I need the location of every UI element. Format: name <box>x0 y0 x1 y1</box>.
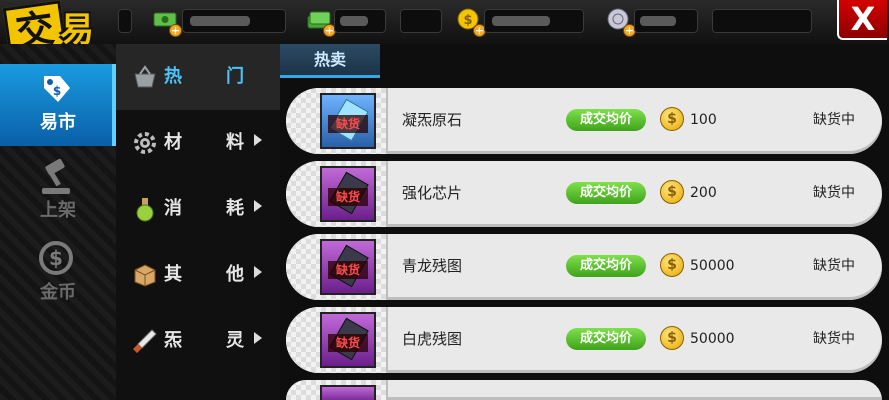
gear-icon <box>132 130 158 156</box>
currency-slot-6 <box>712 9 812 33</box>
category-hot[interactable]: 热 门 <box>116 44 280 110</box>
basket-icon <box>132 64 158 90</box>
price-tag-icon: $ <box>38 70 74 108</box>
currency-slot-edge <box>118 9 132 33</box>
nav-label: 上架 <box>40 200 76 221</box>
nav-listing[interactable]: 上架 <box>0 152 116 234</box>
category-char-1: 炁 <box>164 330 182 351</box>
category-char-1: 其 <box>164 264 182 285</box>
chevron-right-icon <box>254 134 262 146</box>
close-icon: X <box>850 0 876 38</box>
gold-coin-icon: $ <box>660 180 684 204</box>
gavel-icon <box>38 158 74 196</box>
stock-status: 缺货中 <box>813 258 855 274</box>
stock-status: 缺货中 <box>813 112 855 128</box>
category-consumables[interactable]: 消 耗 <box>116 176 280 242</box>
item-price: 100 <box>690 112 717 128</box>
item-thumbnail <box>320 385 376 400</box>
chevron-right-icon <box>254 332 262 344</box>
list-item[interactable]: 缺货 青龙残图 成交均价 $ 50000 缺货中 <box>286 234 882 300</box>
currency-slot-2 <box>334 9 386 33</box>
svg-text:$: $ <box>53 84 61 98</box>
dollar-coin-icon: $ <box>38 240 74 278</box>
item-price: 200 <box>690 185 717 201</box>
category-nav: 热 门 材 料 消 耗 其 他 炁 灵 <box>116 44 280 400</box>
list-item[interactable]: 缺货 强化芯片 成交均价 $ 200 缺货中 <box>286 161 882 227</box>
list-item[interactable]: 缺货 凝炁原石 成交均价 $ 100 缺货中 <box>286 88 882 154</box>
category-char-2: 耗 <box>226 198 244 219</box>
avg-price-label: 成交均价 <box>566 109 646 131</box>
category-char-1: 材 <box>164 132 182 153</box>
box-icon <box>132 262 158 288</box>
stock-status: 缺货中 <box>813 331 855 347</box>
category-spirit[interactable]: 炁 灵 <box>116 308 280 374</box>
category-other[interactable]: 其 他 <box>116 242 280 308</box>
category-char-2: 他 <box>226 264 244 285</box>
item-name: 凝炁原石 <box>402 111 463 129</box>
cash-icon[interactable]: + <box>152 7 182 37</box>
list-item[interactable] <box>286 380 882 400</box>
svg-text:$: $ <box>463 13 472 28</box>
category-char-2: 门 <box>226 66 244 87</box>
currency-bar: + + $ + + <box>0 0 889 44</box>
item-thumbnail: 缺货 <box>320 93 376 149</box>
divider <box>386 88 388 154</box>
nav-label: 金币 <box>40 282 76 303</box>
item-price: 50000 <box>690 258 735 274</box>
silver-coin-icon[interactable]: + <box>606 7 636 37</box>
item-thumbnail: 缺货 <box>320 166 376 222</box>
category-char-1: 消 <box>164 198 182 219</box>
item-thumbnail: 缺货 <box>320 312 376 368</box>
nav-market[interactable]: $ 易市 <box>0 64 116 146</box>
dagger-icon <box>132 328 158 354</box>
gold-coin-icon: $ <box>660 326 684 350</box>
divider <box>386 161 388 227</box>
category-char-2: 料 <box>226 132 244 153</box>
gold-coin-icon: $ <box>660 107 684 131</box>
item-thumbnail: 缺货 <box>320 239 376 295</box>
divider <box>386 234 388 300</box>
tab-hot-sale[interactable]: 热卖 <box>280 44 380 78</box>
gold-coin-icon: $ <box>660 253 684 277</box>
stock-status: 缺货中 <box>813 185 855 201</box>
close-button[interactable]: X <box>837 0 887 40</box>
currency-slot-4 <box>484 9 584 33</box>
item-name: 白虎残图 <box>402 330 463 348</box>
divider <box>386 380 388 400</box>
out-of-stock-badge: 缺货 <box>328 115 368 133</box>
potion-icon <box>132 196 158 222</box>
svg-text:$: $ <box>49 246 63 270</box>
out-of-stock-badge: 缺货 <box>328 334 368 352</box>
list-item[interactable]: 缺货 白虎残图 成交均价 $ 50000 缺货中 <box>286 307 882 373</box>
add-currency-icon[interactable]: + <box>169 24 182 37</box>
gold-coin-icon[interactable]: $ + <box>456 7 486 37</box>
currency-slot-1 <box>182 9 286 33</box>
avg-price-label: 成交均价 <box>566 182 646 204</box>
chevron-right-icon <box>254 200 262 212</box>
out-of-stock-badge: 缺货 <box>328 261 368 279</box>
currency-slot-5 <box>634 9 698 33</box>
item-price: 50000 <box>690 331 735 347</box>
divider <box>386 307 388 373</box>
out-of-stock-badge: 缺货 <box>328 188 368 206</box>
chevron-right-icon <box>254 266 262 278</box>
category-char-1: 热 <box>164 66 182 87</box>
category-materials[interactable]: 材 料 <box>116 110 280 176</box>
main-nav: $ 易市 上架 $ 金币 <box>0 44 116 400</box>
nav-gold[interactable]: $ 金币 <box>0 234 116 316</box>
currency-slot-3 <box>400 9 442 33</box>
tab-label: 热卖 <box>313 50 346 69</box>
avg-price-label: 成交均价 <box>566 255 646 277</box>
category-char-2: 灵 <box>226 330 244 351</box>
item-name: 青龙残图 <box>402 257 463 275</box>
nav-label: 易市 <box>40 112 76 133</box>
cash-stack-icon[interactable]: + <box>306 7 336 37</box>
item-list-panel: 热卖 缺货 凝炁原石 成交均价 $ 100 缺货中 缺货 强化芯片 成交均价 $… <box>280 44 889 400</box>
avg-price-label: 成交均价 <box>566 328 646 350</box>
item-name: 强化芯片 <box>402 184 463 202</box>
